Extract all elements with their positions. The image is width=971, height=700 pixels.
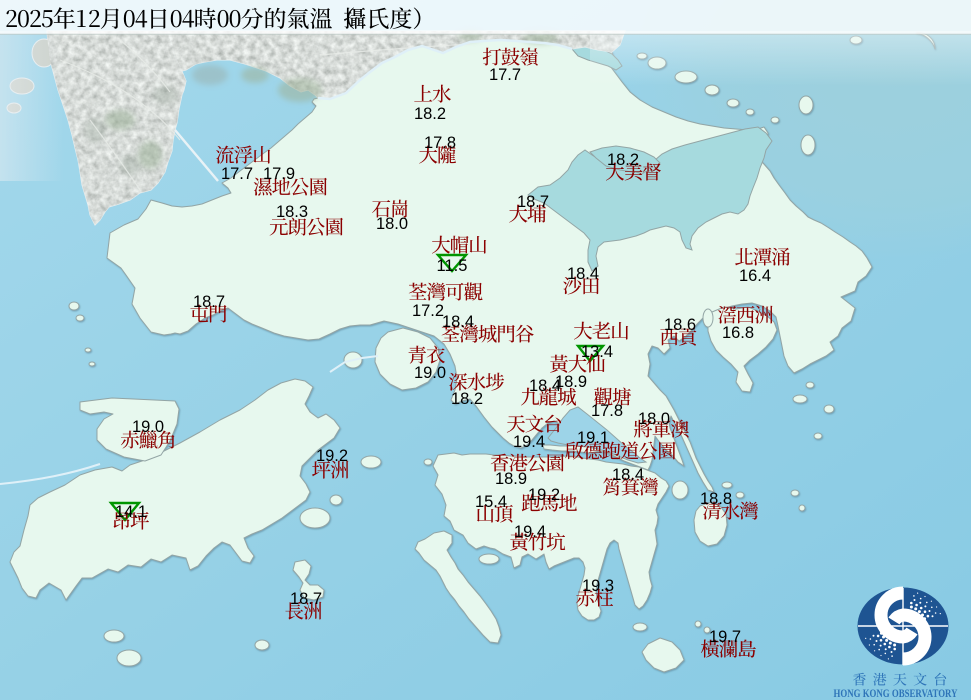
svg-text:18.0: 18.0 xyxy=(638,410,670,428)
svg-text:18.0: 18.0 xyxy=(376,215,408,233)
svg-text:16.4: 16.4 xyxy=(739,267,771,285)
svg-text:18.2: 18.2 xyxy=(607,151,639,169)
svg-text:18.2: 18.2 xyxy=(451,390,483,408)
svg-text:18.4: 18.4 xyxy=(442,313,474,331)
svg-text:19.4: 19.4 xyxy=(514,523,546,541)
svg-text:17.7: 17.7 xyxy=(489,66,521,84)
svg-text:HONG KONG OBSERVATORY: HONG KONG OBSERVATORY xyxy=(834,688,959,700)
svg-text:19.7: 19.7 xyxy=(709,628,741,646)
svg-text:19.2: 19.2 xyxy=(316,447,348,465)
svg-text:16.8: 16.8 xyxy=(722,324,754,342)
svg-text:19.3: 19.3 xyxy=(582,577,614,595)
svg-text:18.6: 18.6 xyxy=(664,316,696,334)
svg-text:13.4: 13.4 xyxy=(581,343,613,361)
svg-text:18.4: 18.4 xyxy=(612,466,644,484)
svg-text:14.1: 14.1 xyxy=(115,503,147,521)
svg-text:18.4: 18.4 xyxy=(567,265,599,283)
svg-text:17.8: 17.8 xyxy=(424,134,456,152)
svg-text:18.2: 18.2 xyxy=(414,105,446,123)
svg-text:18.7: 18.7 xyxy=(193,293,225,311)
svg-text:17.2: 17.2 xyxy=(412,302,444,320)
svg-text:18.7: 18.7 xyxy=(290,590,322,608)
svg-text:11.5: 11.5 xyxy=(437,257,468,275)
svg-text:18.7: 18.7 xyxy=(517,193,549,211)
svg-text:15.4: 15.4 xyxy=(475,493,507,511)
svg-text:18.3: 18.3 xyxy=(276,203,308,221)
svg-text:19.4: 19.4 xyxy=(513,433,545,451)
svg-text:18.9: 18.9 xyxy=(495,470,527,488)
svg-text:18.4: 18.4 xyxy=(529,377,561,395)
svg-text:19.2: 19.2 xyxy=(528,486,560,504)
svg-text:17.8: 17.8 xyxy=(591,402,623,420)
svg-text:19.0: 19.0 xyxy=(132,418,164,436)
svg-text:17.7: 17.7 xyxy=(221,165,253,183)
svg-text:18.8: 18.8 xyxy=(700,490,732,508)
svg-text:19.1: 19.1 xyxy=(577,429,609,447)
svg-text:17.9: 17.9 xyxy=(263,165,295,183)
svg-text:19.0: 19.0 xyxy=(414,364,446,382)
